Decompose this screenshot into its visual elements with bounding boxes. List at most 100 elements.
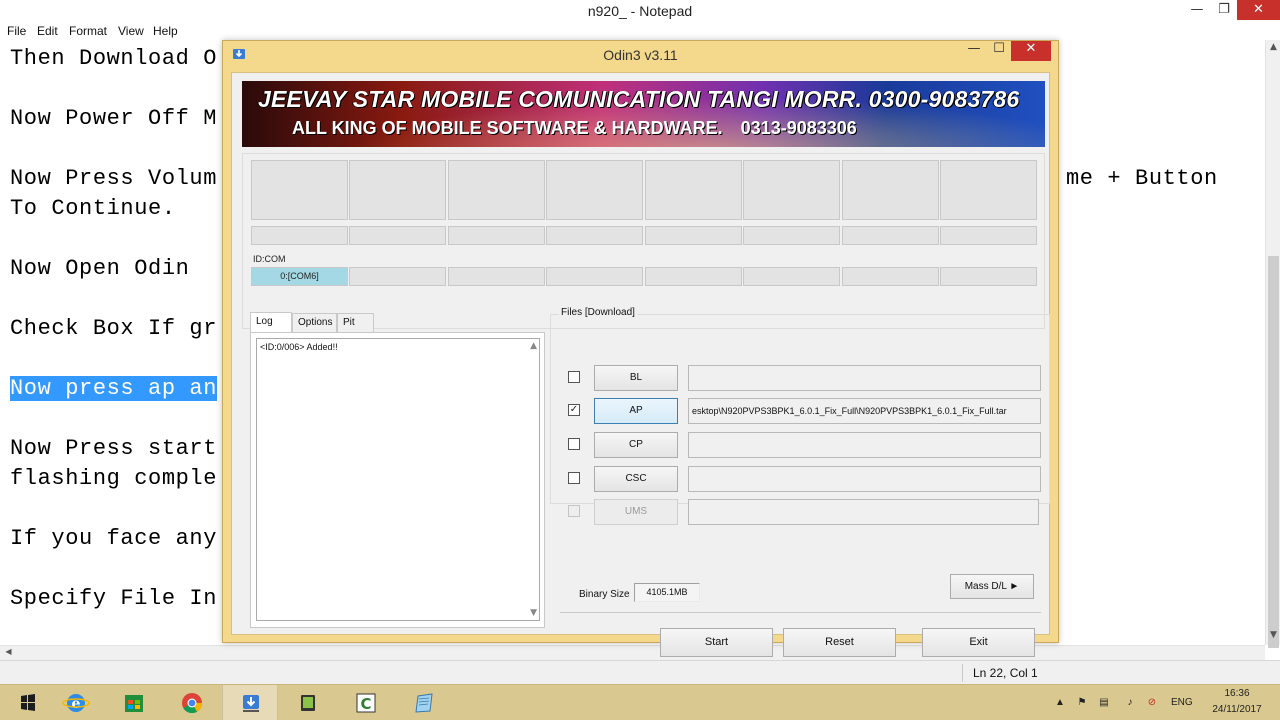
scroll-down-arrow-icon[interactable]: ▼ — [1266, 630, 1280, 640]
csc-button[interactable]: CSC — [594, 466, 678, 492]
android-icon — [301, 695, 315, 711]
tab-log[interactable]: Log — [250, 312, 292, 333]
selected-text-line: Now press ap an — [10, 376, 218, 401]
text-line: Now Open Odin — [10, 256, 190, 281]
odin-titlebar[interactable]: Odin3 v3.11 — ☐ ✕ — [223, 41, 1058, 71]
com-port-slot — [645, 267, 742, 286]
android-taskbar-item[interactable] — [280, 685, 336, 720]
notepad-window-title: n920_ - Notepad — [587, 3, 693, 19]
binary-size-value: 4105.1MB — [634, 583, 700, 602]
internet-explorer-taskbar-item[interactable]: e — [48, 685, 104, 720]
odin-minimize-button[interactable]: — — [961, 41, 987, 61]
log-textarea[interactable]: <ID:0/006> Added!! ▲ ▼ — [256, 338, 540, 621]
device-slot — [251, 160, 348, 220]
scroll-up-arrow-icon[interactable]: ▲ — [1266, 42, 1280, 52]
device-slots-panel: ID:COM 0:[COM6] — [242, 153, 1045, 329]
menu-edit[interactable]: Edit — [37, 24, 58, 38]
device-slot — [448, 160, 545, 220]
device-progress — [743, 226, 840, 245]
text-line: Now Power Off M — [10, 106, 218, 131]
com-port-slot — [743, 267, 840, 286]
maximize-button[interactable]: ❐ — [1211, 0, 1237, 20]
volume-icon[interactable]: ♪ — [1124, 697, 1136, 709]
minimize-button[interactable]: — — [1183, 0, 1211, 20]
camtasia-taskbar-item[interactable]: C — [338, 685, 394, 720]
clock-time[interactable]: 16:36 — [1210, 688, 1264, 699]
bl-button[interactable]: BL — [594, 365, 678, 391]
flag-icon[interactable]: ⚑ — [1076, 697, 1088, 709]
tab-pit[interactable]: Pit — [337, 313, 374, 332]
bl-path-field[interactable] — [688, 365, 1041, 391]
chrome-icon — [182, 693, 203, 714]
text-line: If you face any — [10, 526, 218, 551]
chevron-up-icon[interactable]: ▲ — [530, 341, 537, 351]
store-taskbar-item[interactable] — [106, 685, 162, 720]
text-line: Check Box If gr — [10, 316, 218, 341]
notepad-titlebar: n920_ - Notepad — ❐ ✕ — [0, 0, 1280, 22]
network-icon[interactable]: ▤ — [1098, 697, 1110, 709]
menu-file[interactable]: File — [7, 24, 26, 38]
selection-highlight: Now press ap an — [10, 376, 218, 401]
cp-path-field[interactable] — [688, 432, 1041, 458]
internet-explorer-icon: e — [62, 694, 90, 712]
odin-taskbar-item[interactable] — [222, 685, 278, 720]
ap-path-field[interactable]: esktop\N920PVPS3BPK1_6.0.1_Fix_Full\N920… — [688, 398, 1041, 424]
ap-checkbox[interactable]: ✓ — [568, 404, 580, 416]
cp-button[interactable]: CP — [594, 432, 678, 458]
menu-help[interactable]: Help — [153, 24, 178, 38]
csc-path-field[interactable] — [688, 466, 1041, 492]
reset-button[interactable]: Reset — [783, 628, 896, 657]
odin-window: Odin3 v3.11 — ☐ ✕ JEEVAY STAR MOBILE COM… — [222, 40, 1059, 657]
notepad-statusbar: Ln 22, Col 1 — [0, 660, 1280, 684]
camtasia-icon: C — [356, 693, 376, 713]
com-port-slot — [842, 267, 939, 286]
clock-date[interactable]: 24/11/2017 — [1205, 704, 1269, 715]
text-line: To Continue. — [10, 196, 176, 221]
input-language[interactable]: ENG — [1171, 697, 1193, 708]
tab-options[interactable]: Options — [292, 313, 337, 332]
exit-button[interactable]: Exit — [922, 628, 1035, 657]
device-progress — [940, 226, 1037, 245]
notepad-taskbar-item[interactable] — [396, 685, 452, 720]
text-line: Now Press start — [10, 436, 218, 461]
mass-dl-button[interactable]: Mass D/L ► — [950, 574, 1034, 599]
banner-title: JEEVAY STAR MOBILE COMUNICATION TANGI MO… — [258, 86, 1020, 112]
csc-checkbox[interactable] — [568, 472, 580, 484]
device-progress — [251, 226, 348, 245]
ap-button[interactable]: AP — [594, 398, 678, 424]
device-progress — [645, 226, 742, 245]
show-hidden-icons-icon[interactable]: ▲ — [1054, 697, 1066, 709]
text-line-fragment: me + Button — [1066, 166, 1218, 191]
scroll-left-arrow-icon[interactable]: ◀ — [1, 647, 16, 656]
odin-close-button[interactable]: ✕ — [1011, 41, 1051, 61]
bl-checkbox[interactable] — [568, 371, 580, 383]
text-line: Specify File In — [10, 586, 218, 611]
odin-window-title: Odin3 v3.11 — [603, 47, 678, 63]
system-tray: ▲ ⚑ ▤ ♪ ⊘ ENG 16:36 24/11/2017 — [1050, 685, 1280, 720]
scrollbar-thumb[interactable] — [1268, 256, 1279, 648]
start-button[interactable]: Start — [660, 628, 773, 657]
vertical-scrollbar[interactable]: ▲ ▼ — [1265, 40, 1280, 648]
no-connection-icon[interactable]: ⊘ — [1146, 697, 1158, 709]
close-button[interactable]: ✕ — [1237, 0, 1280, 20]
text-line: Then Download O — [10, 46, 218, 71]
windows-logo-icon — [21, 694, 35, 711]
taskbar: e C ▲ ⚑ ▤ ♪ ⊘ ENG 16:36 24/11/2017 — [0, 684, 1280, 720]
banner-phone: 0313-9083306 — [740, 118, 857, 138]
odin-client-area: JEEVAY STAR MOBILE COMUNICATION TANGI MO… — [231, 72, 1050, 657]
device-slot — [743, 160, 840, 220]
device-progress — [842, 226, 939, 245]
horizontal-scrollbar[interactable]: ◀ — [0, 645, 1265, 660]
cp-checkbox[interactable] — [568, 438, 580, 450]
banner-tagline: ALL KING OF MOBILE SOFTWARE & HARDWARE. — [292, 118, 723, 138]
chevron-down-icon[interactable]: ▼ — [530, 608, 537, 618]
binary-size-label: Binary Size — [579, 589, 630, 600]
divider — [560, 612, 1041, 613]
text-line: flashing comple — [10, 466, 218, 491]
text-line: Now Press Volum — [10, 166, 218, 191]
odin-maximize-button[interactable]: ☐ — [987, 41, 1011, 61]
ums-checkbox — [568, 505, 580, 517]
menu-format[interactable]: Format — [69, 24, 107, 38]
chrome-taskbar-item[interactable] — [164, 685, 220, 720]
menu-view[interactable]: View — [118, 24, 144, 38]
